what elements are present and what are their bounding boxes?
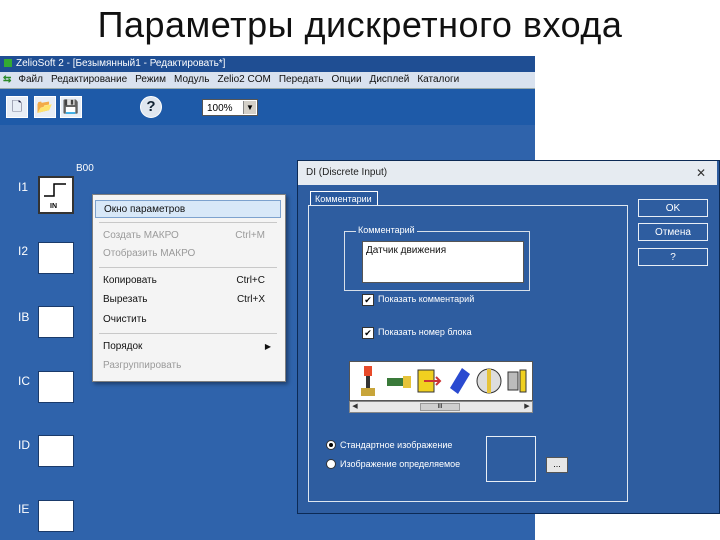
input-label-ie: IE (18, 502, 30, 516)
chevron-down-icon[interactable]: ▼ (243, 101, 256, 114)
ctx-show-macro[interactable]: Отобразить МАКРО (95, 245, 281, 263)
help-button[interactable]: ? (638, 248, 708, 266)
photo-sensor-icon[interactable] (414, 364, 444, 398)
show-comment-checkbox[interactable]: ✔ (362, 294, 374, 306)
contact-icon (44, 183, 66, 197)
menu-catalogs[interactable]: Каталоги (413, 72, 463, 88)
image-preview (486, 436, 536, 482)
zoom-select[interactable]: 100% ▼ (202, 99, 258, 116)
ctx-cut-label: Вырезать (103, 294, 148, 305)
ctx-order[interactable]: Порядок ▶ (95, 338, 281, 356)
input-block-i1[interactable]: IN (38, 176, 74, 214)
menu-display[interactable]: Дисплей (366, 72, 414, 88)
menu-divider (99, 333, 277, 334)
ctx-copy[interactable]: Копировать Ctrl+C (95, 272, 281, 290)
app-title: ZelioSoft 2 - [Безымянный1 - Редактирова… (16, 58, 226, 69)
ctx-create-macro-label: Создать МАКРО (103, 230, 179, 241)
input-block-ie[interactable] (38, 500, 74, 532)
ctx-clear[interactable]: Очистить (95, 311, 281, 329)
menu-edit[interactable]: Редактирование (47, 72, 131, 88)
app-titlebar: ZelioSoft 2 - [Безымянный1 - Редактирова… (0, 56, 535, 72)
input-block-id[interactable] (38, 435, 74, 467)
menu-file[interactable]: Файл (14, 72, 47, 88)
input-label-ib: IB (18, 310, 30, 324)
show-block-number-checkbox[interactable]: ✔ (362, 327, 374, 339)
scroll-thumb[interactable]: III (420, 403, 460, 411)
comment-legend: Комментарий (356, 225, 417, 235)
input-block-text: IN (50, 203, 57, 210)
ctx-clear-label: Очистить (103, 314, 147, 325)
ctx-window-params[interactable]: Окно параметров (95, 200, 281, 218)
input-label-ic: IC (18, 374, 30, 388)
dialog-titlebar: DI (Discrete Input) ✕ (298, 161, 717, 185)
menu-transfer[interactable]: Передать (275, 72, 328, 88)
scroll-right-icon[interactable]: ▶ (522, 402, 532, 412)
input-label-i2: I2 (18, 244, 29, 258)
proximity-sensor-icon[interactable] (384, 364, 414, 398)
menu-module[interactable]: Модуль (170, 72, 213, 88)
menu-logo-icon: ⇆ (3, 74, 12, 85)
custom-image-label: Изображение определяемое (340, 459, 461, 469)
ctx-create-macro-shortcut: Ctrl+M (235, 230, 265, 241)
ctx-ungroup-label: Разгруппировать (103, 360, 182, 371)
ctx-window-params-label: Окно параметров (104, 204, 186, 215)
scroll-left-icon[interactable]: ◀ (350, 402, 360, 412)
discrete-input-dialog: DI (Discrete Input) ✕ Комментарии OK Отме… (297, 160, 720, 514)
ctx-cut-shortcut: Ctrl+X (236, 294, 265, 305)
zelio-logo-icon (4, 59, 12, 68)
save-icon[interactable]: 💾 (60, 96, 82, 118)
input-label-i1: I1 (18, 180, 29, 194)
standard-image-radio[interactable] (326, 440, 336, 450)
menu-bar: ⇆ Файл Редактирование Режим Модуль Zelio2 COM… (0, 72, 535, 89)
tab-comments[interactable]: Комментарии (310, 191, 378, 206)
dialog-title: DI (Discrete Input) (306, 167, 388, 178)
context-menu: Окно параметров Создать МАКРО Ctrl+M Отоб… (92, 194, 286, 382)
input-block-i2[interactable] (38, 242, 74, 274)
sensor-lamp-icon[interactable] (353, 364, 383, 398)
open-folder-icon[interactable]: 📂 (34, 96, 56, 118)
menu-divider (99, 222, 277, 223)
ctx-ungroup[interactable]: Разгруппировать (95, 357, 281, 375)
ctx-copy-shortcut: Ctrl+C (236, 275, 265, 286)
ctx-cut[interactable]: Вырезать Ctrl+X (95, 291, 281, 309)
input-block-ib[interactable] (38, 306, 74, 338)
block-id: B00 (76, 163, 94, 174)
door-sensor-icon[interactable] (504, 364, 534, 398)
close-icon[interactable]: ✕ (691, 165, 711, 181)
input-label-id: ID (18, 438, 30, 452)
ctx-create-macro[interactable]: Создать МАКРО Ctrl+M (95, 227, 281, 245)
browse-button[interactable]: ... (546, 457, 568, 473)
standard-image-label: Стандартное изображение (340, 440, 453, 450)
slide-title: Параметры дискретного входа (97, 4, 623, 45)
ctx-order-label: Порядок (103, 341, 143, 352)
new-file-icon[interactable]: 🗋 (6, 96, 28, 118)
toolbar: 🗋 📂 💾 ? 100% ▼ (0, 89, 535, 125)
menu-mode[interactable]: Режим (131, 72, 170, 88)
ctx-show-macro-label: Отобразить МАКРО (103, 248, 196, 259)
menu-divider (99, 267, 277, 268)
image-selector[interactable] (349, 361, 533, 401)
comment-field[interactable]: Датчик движения (362, 241, 524, 283)
menu-options[interactable]: Опции (327, 72, 365, 88)
help-icon[interactable]: ? (140, 96, 162, 118)
rotary-switch-icon[interactable] (474, 364, 504, 398)
show-block-number-label: Показать номер блока (378, 327, 472, 337)
cancel-button[interactable]: Отмена (638, 223, 708, 241)
show-comment-label: Показать комментарий (378, 294, 475, 304)
custom-image-radio[interactable] (326, 459, 336, 469)
ctx-copy-label: Копировать (103, 275, 157, 286)
submenu-arrow-icon: ▶ (264, 342, 271, 351)
limit-switch-icon[interactable] (444, 364, 474, 398)
input-block-ic[interactable] (38, 371, 74, 403)
ok-button[interactable]: OK (638, 199, 708, 217)
menu-zelio-com[interactable]: Zelio2 COM (213, 72, 274, 88)
image-scrollbar[interactable]: ◀ III ▶ (349, 401, 533, 413)
zoom-value: 100% (207, 103, 233, 114)
